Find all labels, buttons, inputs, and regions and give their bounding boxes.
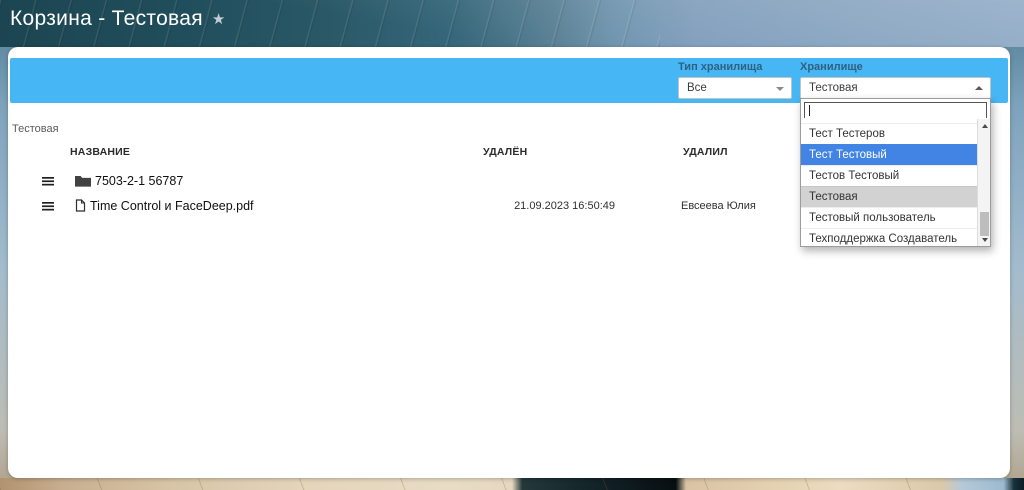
dropdown-scrollbar[interactable] — [977, 119, 990, 246]
item-name: Time Control и FaceDeep.pdf — [90, 199, 254, 213]
dropdown-search-box — [804, 102, 987, 118]
storage-value: Тестовая — [809, 82, 858, 94]
dropdown-search-input[interactable] — [805, 106, 986, 120]
chevron-up-icon — [975, 86, 983, 90]
column-header-deleted: УДАЛЁН — [445, 146, 615, 158]
folder-icon — [75, 175, 91, 187]
hamburger-icon — [42, 201, 54, 211]
filter-toolbar: Тип хранилища Все Хранилище Тестовая — [10, 58, 1008, 103]
storage-option-list: Тест Тестеров Тест Тестовый Тестов Тесто… — [801, 119, 977, 246]
storage-option[interactable]: Тестов Тестовый — [801, 165, 977, 186]
storage-option[interactable]: Тест Тестеров — [801, 123, 977, 144]
content-panel: Тип хранилища Все Хранилище Тестовая — [8, 47, 1010, 478]
row-menu-button[interactable] — [36, 176, 60, 186]
table-header-row: НАЗВАНИЕ УДАЛЁН УДАЛИЛ — [8, 143, 788, 161]
document-icon — [75, 199, 86, 212]
trash-table: НАЗВАНИЕ УДАЛЁН УДАЛИЛ — [8, 143, 788, 218]
item-name-cell[interactable]: 7503-2-1 56787 — [60, 174, 445, 188]
column-header-name: НАЗВАНИЕ — [60, 146, 445, 158]
storage-option[interactable]: Тестовый пользователь — [801, 207, 977, 228]
breadcrumb: Тестовая — [12, 123, 59, 135]
row-menu-button[interactable] — [36, 201, 60, 211]
text-caret — [809, 105, 810, 116]
storage-select[interactable]: Тестовая — [800, 77, 991, 99]
scrollbar-thumb[interactable] — [980, 212, 989, 236]
storage-option-highlighted[interactable]: Тест Тестовый — [801, 144, 977, 165]
storage-option[interactable]: Техподдержка Создаватель — [801, 228, 977, 246]
table-row: Time Control и FaceDeep.pdf 21.09.2023 1… — [8, 193, 788, 218]
scroll-up-arrow-icon[interactable] — [978, 120, 991, 131]
item-name-cell[interactable]: Time Control и FaceDeep.pdf — [60, 199, 445, 213]
deleted-at-cell: 21.09.2023 16:50:49 — [445, 200, 615, 212]
table-row: 7503-2-1 56787 — [8, 168, 788, 193]
page-title: Корзина - Тестовая ★ — [10, 7, 226, 31]
storage-type-label: Тип хранилища — [678, 61, 792, 73]
storage-type-field: Тип хранилища Все — [678, 61, 792, 99]
chevron-down-icon — [776, 87, 784, 91]
storage-option-selected[interactable]: Тестовая — [801, 186, 977, 207]
storage-label: Хранилище — [800, 61, 991, 73]
favorite-star-icon[interactable]: ★ — [212, 10, 226, 28]
hamburger-icon — [42, 176, 54, 186]
background-photo-bottom — [0, 478, 1024, 490]
item-name: 7503-2-1 56787 — [95, 174, 183, 188]
deleted-by-cell: Евсеева Юлия — [615, 200, 788, 212]
storage-field: Хранилище Тестовая — [800, 61, 991, 99]
storage-type-value: Все — [687, 82, 707, 94]
storage-dropdown-panel: Тест Тестеров Тест Тестовый Тестов Тесто… — [800, 98, 991, 247]
column-header-deleted-by: УДАЛИЛ — [615, 146, 788, 158]
page-title-text: Корзина - Тестовая — [10, 7, 203, 30]
page: Корзина - Тестовая ★ Тип хранилища Все Хр… — [0, 0, 1024, 490]
storage-type-select[interactable]: Все — [678, 77, 792, 99]
scroll-down-arrow-icon[interactable] — [978, 234, 991, 245]
